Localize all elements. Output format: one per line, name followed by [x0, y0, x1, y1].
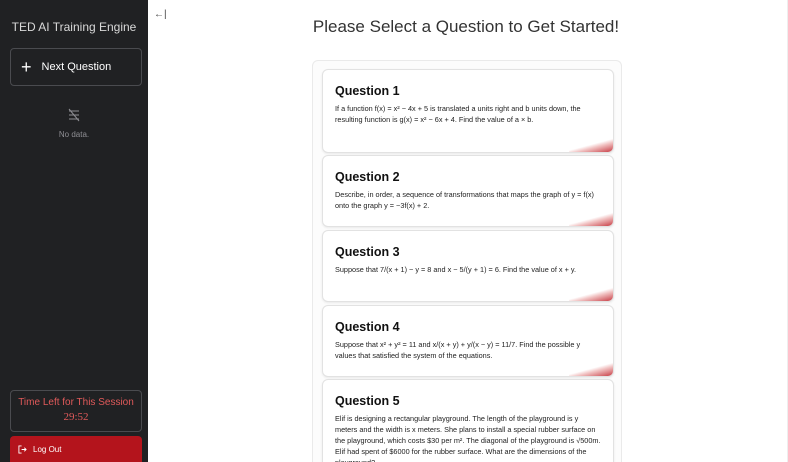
question-card-4[interactable]: Question 4 Suppose that x² + y² = 11 and…: [322, 305, 614, 377]
question-title: Question 2: [335, 170, 400, 184]
next-question-label: Next Question: [41, 61, 112, 73]
question-title: Question 4: [335, 320, 400, 334]
logout-icon: [18, 444, 27, 454]
next-question-button[interactable]: + Next Question: [10, 48, 142, 86]
question-list[interactable]: Question 1 If a function f(x) = x² − 4x …: [312, 60, 622, 462]
card-accent: [569, 138, 613, 152]
page-title: Please Select a Question to Get Started!: [312, 17, 620, 36]
question-text: If a function f(x) = x² − 4x + 5 is tran…: [335, 104, 581, 124]
logout-button[interactable]: Log Out: [10, 436, 142, 462]
question-card-3[interactable]: Question 3 Suppose that 7/(x + 1) − y = …: [322, 230, 614, 302]
question-text: Suppose that x² + y² = 11 and x/(x + y) …: [335, 340, 581, 360]
question-title: Question 1: [335, 84, 400, 98]
app-title: TED AI Training Engine: [11, 20, 137, 34]
empty-state: No data.: [0, 108, 148, 139]
question-text: Describe, in order, a sequence of transf…: [335, 190, 594, 210]
question-card-5[interactable]: Question 5 Elif is designing a rectangul…: [322, 379, 614, 462]
card-accent: [569, 362, 613, 376]
card-accent: [569, 212, 613, 226]
question-text: Suppose that 7/(x + 1) − y = 8 and x − 5…: [335, 265, 577, 274]
question-title: Question 3: [335, 245, 400, 259]
session-timer: Time Left for This Session 29:52: [10, 390, 142, 432]
timer-label: Time Left for This Session: [18, 397, 134, 408]
logout-label: Log Out: [33, 444, 62, 454]
sidebar: TED AI Training Engine + Next Question N…: [0, 0, 148, 462]
card-accent: [569, 287, 613, 301]
question-card-2[interactable]: Question 2 Describe, in order, a sequenc…: [322, 155, 614, 227]
no-data-icon: [68, 108, 80, 122]
question-text: Elif is designing a rectangular playgrou…: [335, 414, 601, 462]
question-title: Question 5: [335, 394, 400, 408]
plus-icon: +: [21, 57, 32, 77]
timer-value: 29:52: [63, 411, 89, 423]
question-card-1[interactable]: Question 1 If a function f(x) = x² − 4x …: [322, 69, 614, 153]
empty-text: No data.: [58, 130, 90, 139]
